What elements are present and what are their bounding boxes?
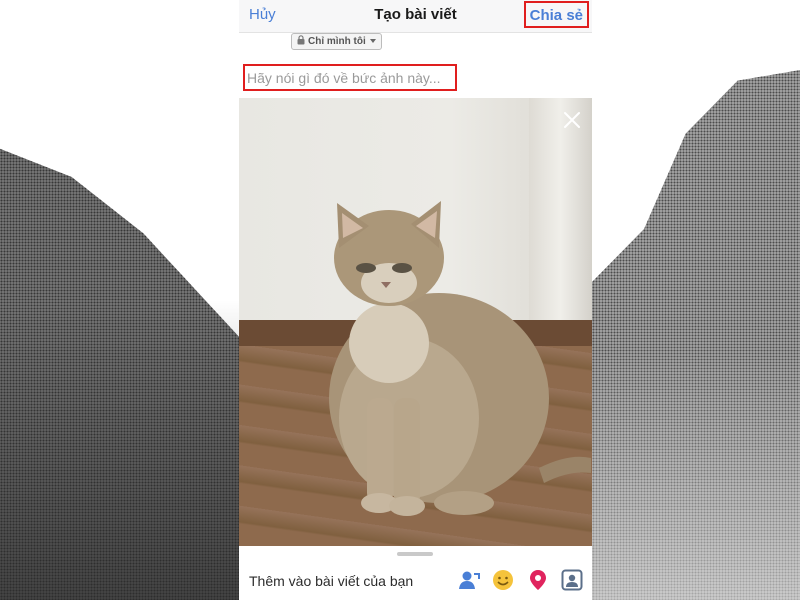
attached-photo bbox=[239, 98, 592, 546]
privacy-selector[interactable]: Chỉ mình tôi bbox=[291, 33, 382, 50]
feeling-emoji-icon[interactable] bbox=[491, 568, 515, 592]
add-to-post-label: Thêm vào bài viết của bạn bbox=[249, 573, 414, 589]
privacy-label: Chỉ mình tôi bbox=[308, 36, 366, 47]
create-post-screen: Hủy Tạo bài viết Chia sẻ Chỉ mình tôi Hã… bbox=[239, 0, 592, 600]
cat-image bbox=[329, 201, 591, 516]
chevron-down-icon bbox=[369, 39, 376, 43]
share-button[interactable]: Chia sẻ bbox=[523, 1, 589, 28]
background-right bbox=[592, 0, 800, 600]
tag-friends-icon[interactable] bbox=[457, 568, 481, 592]
drag-handle[interactable] bbox=[397, 552, 433, 556]
location-pin-icon[interactable] bbox=[526, 568, 550, 592]
lock-icon bbox=[297, 35, 305, 51]
top-navigation-bar: Hủy Tạo bài viết Chia sẻ bbox=[239, 0, 592, 33]
post-text-input[interactable] bbox=[243, 64, 457, 91]
background-left bbox=[0, 0, 239, 600]
add-to-post-bar[interactable]: Thêm vào bài viết của bạn bbox=[239, 546, 592, 600]
add-to-post-icons bbox=[451, 568, 584, 592]
contact-tag-icon[interactable] bbox=[560, 568, 584, 592]
close-icon[interactable] bbox=[562, 110, 582, 130]
